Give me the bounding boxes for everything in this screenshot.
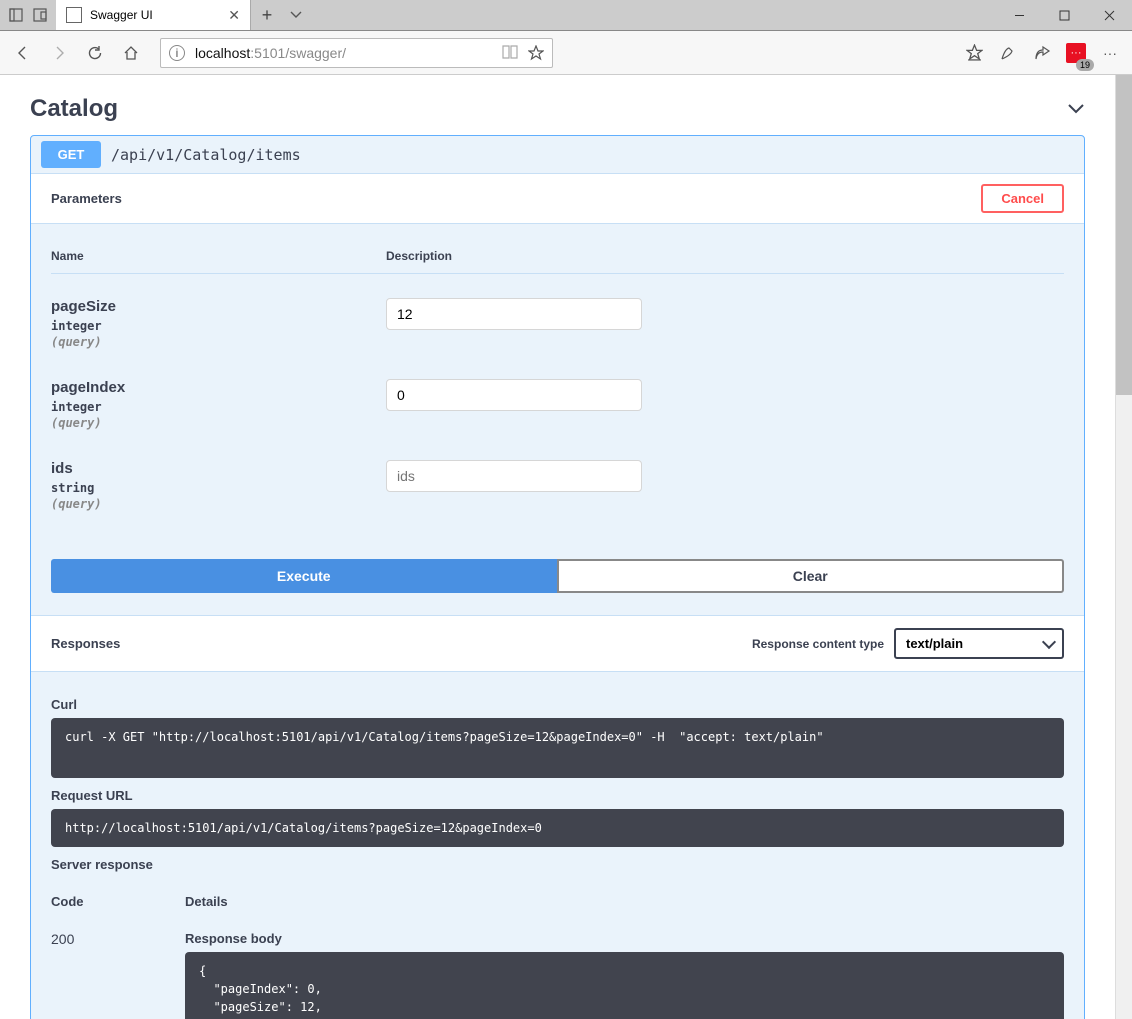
operation-summary[interactable]: GET /api/v1/Catalog/items xyxy=(31,136,1084,174)
page-content: Catalog GET /api/v1/Catalog/items Parame… xyxy=(0,75,1115,1019)
home-button[interactable] xyxy=(116,38,146,68)
http-method-badge: GET xyxy=(41,141,101,168)
parameters-table: Name Description pageSize integer (query… xyxy=(31,224,1084,559)
tab-aside-icon[interactable] xyxy=(8,7,24,23)
curl-label: Curl xyxy=(51,697,1064,712)
response-body-label: Response body xyxy=(185,931,1064,946)
responses-header: Responses Response content type text/pla… xyxy=(31,615,1084,672)
notes-button[interactable] xyxy=(994,39,1022,67)
param-loc: (query) xyxy=(51,497,386,511)
pagesize-input[interactable] xyxy=(386,298,642,330)
param-loc: (query) xyxy=(51,335,386,349)
refresh-button[interactable] xyxy=(80,38,110,68)
param-type: integer xyxy=(51,319,386,333)
server-response-label: Server response xyxy=(51,857,1064,872)
parameters-header: Parameters Cancel xyxy=(31,174,1084,224)
parameters-title: Parameters xyxy=(51,191,122,206)
operation-path: /api/v1/Catalog/items xyxy=(111,146,301,164)
favorite-icon[interactable] xyxy=(528,45,544,61)
content-type-label: Response content type xyxy=(752,637,884,651)
window-close-button[interactable] xyxy=(1087,0,1132,31)
tab-preview-icon[interactable] xyxy=(32,7,48,23)
curl-box[interactable]: curl -X GET "http://localhost:5101/api/v… xyxy=(51,718,1064,778)
more-button[interactable]: ··· xyxy=(1096,39,1124,67)
server-response-table: Code Details 200 Response body { "pageIn… xyxy=(51,884,1064,1019)
param-loc: (query) xyxy=(51,416,386,430)
pageindex-input[interactable] xyxy=(386,379,642,411)
browser-toolbar: i localhost:5101/swagger/ ··· 19 ··· xyxy=(0,31,1132,75)
extension-button[interactable]: ··· 19 xyxy=(1062,39,1090,67)
response-body-box[interactable]: { "pageIndex": 0, "pageSize": 12, "count… xyxy=(185,952,1064,1019)
forward-button[interactable] xyxy=(44,38,74,68)
close-icon[interactable]: ✕ xyxy=(228,7,240,24)
col-desc-header: Description xyxy=(386,249,1064,263)
browser-tab[interactable]: Swagger UI ✕ xyxy=(56,0,251,30)
clear-button[interactable]: Clear xyxy=(557,559,1065,593)
param-type: integer xyxy=(51,400,386,414)
cancel-button[interactable]: Cancel xyxy=(981,184,1064,213)
favorites-button[interactable] xyxy=(960,39,988,67)
code-header: Code xyxy=(51,894,185,909)
col-name-header: Name xyxy=(51,249,386,263)
window-maximize-button[interactable] xyxy=(1042,0,1087,31)
param-row: pageSize integer (query) xyxy=(51,286,1064,367)
browser-tab-strip: Swagger UI ✕ + xyxy=(0,0,1132,31)
responses-title: Responses xyxy=(51,636,120,651)
param-name: pageSize xyxy=(51,298,386,315)
vertical-scrollbar[interactable] xyxy=(1115,75,1132,1019)
content-type-select[interactable]: text/plain xyxy=(894,628,1064,659)
section-header[interactable]: Catalog xyxy=(30,95,1085,123)
param-row: ids string (query) xyxy=(51,448,1064,529)
scrollbar-thumb[interactable] xyxy=(1116,75,1132,395)
param-row: pageIndex integer (query) xyxy=(51,367,1064,448)
request-url-label: Request URL xyxy=(51,788,1064,803)
ids-input[interactable] xyxy=(386,460,642,492)
chevron-down-icon[interactable] xyxy=(1067,103,1085,115)
section-title: Catalog xyxy=(30,95,118,123)
request-url-box[interactable]: http://localhost:5101/api/v1/Catalog/ite… xyxy=(51,809,1064,847)
action-buttons: Execute Clear xyxy=(31,559,1084,615)
tab-title: Swagger UI xyxy=(90,8,220,22)
execute-button[interactable]: Execute xyxy=(51,559,557,593)
url-text: localhost:5101/swagger/ xyxy=(195,45,502,61)
reading-view-icon[interactable] xyxy=(502,45,518,61)
address-bar[interactable]: i localhost:5101/swagger/ xyxy=(160,38,553,68)
param-type: string xyxy=(51,481,386,495)
param-name: pageIndex xyxy=(51,379,386,396)
back-button[interactable] xyxy=(8,38,38,68)
tab-favicon-icon xyxy=(66,7,82,23)
window-minimize-button[interactable] xyxy=(997,0,1042,31)
operation-block: GET /api/v1/Catalog/items Parameters Can… xyxy=(30,135,1085,1019)
site-info-icon[interactable]: i xyxy=(169,45,185,61)
share-button[interactable] xyxy=(1028,39,1056,67)
new-tab-button[interactable]: + xyxy=(251,0,283,30)
details-header: Details xyxy=(185,894,1064,909)
badge-count: 19 xyxy=(1076,59,1094,71)
param-name: ids xyxy=(51,460,386,477)
status-code: 200 xyxy=(51,931,185,1019)
tab-dropdown-icon[interactable] xyxy=(283,0,309,30)
